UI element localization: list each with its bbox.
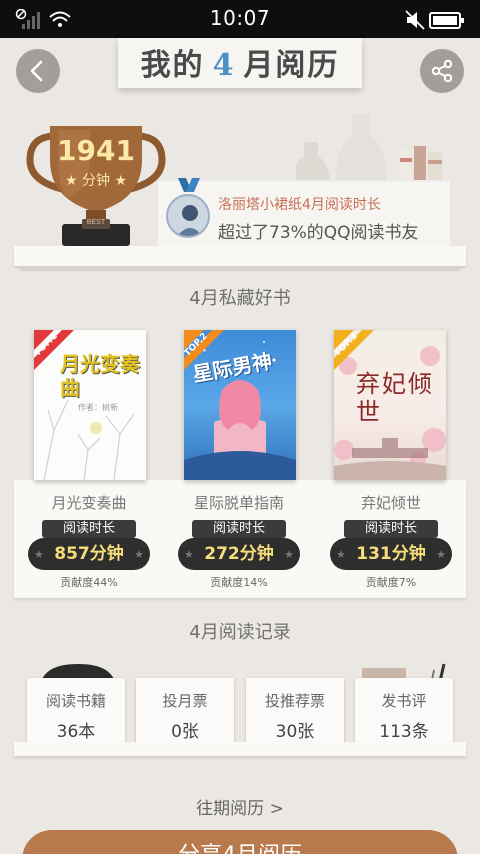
top-shelf <box>14 246 466 271</box>
book-cover-author-1: 作者：树新 <box>78 403 118 412</box>
medal-ribbon-icon <box>178 178 200 192</box>
star-icon: ★ <box>134 548 144 561</box>
book-cover-3[interactable]: TOP.3 弃妃倾世 <box>334 330 446 480</box>
reading-time-label-1: 阅读时长 <box>42 520 136 538</box>
book-cover-2[interactable]: TOP.2 星际男神 <box>184 330 296 480</box>
stat-label: 投月票 <box>162 692 208 710</box>
stat-label: 发书评 <box>381 692 427 710</box>
stat-label: 阅读书籍 <box>45 692 106 710</box>
share-month-button[interactable]: 分享4月阅历 <box>22 830 458 854</box>
reading-time-badge-2: 272分钟 阅读时长 ★ ★ <box>178 518 300 572</box>
star-icon: ★ <box>34 548 44 561</box>
book-cover-1[interactable]: TOP.1 月光变奏曲 作者：树新 <box>34 330 146 480</box>
book-stats-3: 弃妃倾世 131分钟 阅读时长 ★ ★ 贡献度7% <box>316 480 466 598</box>
title-suffix: 月阅历 <box>243 48 340 83</box>
stat-value: 36本 <box>56 722 96 742</box>
rank-description: 洛丽塔小裙纸4月阅读时长 <box>218 197 381 213</box>
stats-shelf <box>14 742 466 756</box>
trophy-best-badge: BEST <box>86 219 106 226</box>
status-icons-right <box>404 9 466 35</box>
reading-record-title: 4月阅读记录 <box>189 622 291 643</box>
back-button[interactable] <box>16 49 60 93</box>
trophy-unit-label: 分钟 <box>82 173 110 189</box>
book-name-3: 弃妃倾世 <box>360 494 421 512</box>
favorite-books-title: 4月私藏好书 <box>189 288 291 309</box>
reading-time-label-2: 阅读时长 <box>192 520 286 538</box>
mute-icon <box>405 10 425 30</box>
reading-time-label-3: 阅读时长 <box>344 520 438 538</box>
stat-books-read: 阅读书籍 36本 <box>27 678 125 744</box>
contribution-2: 贡献度14% <box>210 576 268 589</box>
star-icon: ★ <box>284 548 294 561</box>
book-stats-2: 星际脱单指南 272分钟 阅读时长 ★ ★ 贡献度14% <box>164 480 314 598</box>
past-history-link[interactable]: 往期阅历 > <box>0 794 480 819</box>
book-cover-title-3: 弃妃倾世 <box>356 370 434 426</box>
stat-value: 113条 <box>379 722 429 742</box>
page-title: 我的 4 月阅历 <box>141 40 340 84</box>
contribution-1: 贡献度44% <box>60 576 118 589</box>
stat-value: 30张 <box>275 722 315 742</box>
total-reading-minutes: 1941 <box>57 134 135 167</box>
book-cover-title-1: 月光变奏曲 <box>60 352 140 400</box>
stat-monthly-votes: 投月票 0张 <box>136 678 234 744</box>
book-stats-1: 月光变奏曲 857分钟 阅读时长 ★ ★ 贡献度44% <box>14 480 164 598</box>
total-reading-unit: ★ 分钟 ★ <box>64 173 128 189</box>
stat-recommend-votes: 投推荐票 30张 <box>246 678 344 744</box>
stat-value: 0张 <box>171 722 199 742</box>
rank-percentile: 超过了73%的QQ阅读书友 <box>218 223 419 243</box>
status-bar: 10:07 <box>0 0 480 38</box>
star-icon: ★ <box>436 548 446 561</box>
title-prefix: 我的 <box>140 48 205 83</box>
stat-reviews: 发书评 113条 <box>355 678 453 744</box>
reading-time-value-2: 272分钟 <box>178 538 300 570</box>
reading-time-value-3: 131分钟 <box>330 538 452 570</box>
share-button[interactable] <box>420 49 464 93</box>
reading-time-badge-1: 857分钟 阅读时长 ★ ★ <box>28 518 150 572</box>
user-avatar-icon <box>177 205 203 236</box>
reading-time-badge-3: 131分钟 阅读时长 ★ ★ <box>330 518 452 572</box>
book-name-2: 星际脱单指南 <box>193 494 284 512</box>
star-icon: ★ <box>184 548 194 561</box>
header-banner: 我的 4 月阅历 <box>118 38 362 88</box>
star-icon: ★ <box>336 548 346 561</box>
reading-time-value-1: 857分钟 <box>28 538 150 570</box>
battery-icon <box>429 12 464 29</box>
rank-card: 洛丽塔小裙纸4月阅读时长 超过了73%的QQ阅读书友 <box>158 178 450 246</box>
stat-label: 投推荐票 <box>264 692 325 710</box>
book-name-1: 月光变奏曲 <box>51 494 127 512</box>
avatar <box>166 194 210 238</box>
share-icon <box>431 59 453 83</box>
chevron-left-icon <box>30 60 43 82</box>
contribution-3: 贡献度7% <box>365 576 417 589</box>
title-month-number: 4 <box>212 48 236 83</box>
